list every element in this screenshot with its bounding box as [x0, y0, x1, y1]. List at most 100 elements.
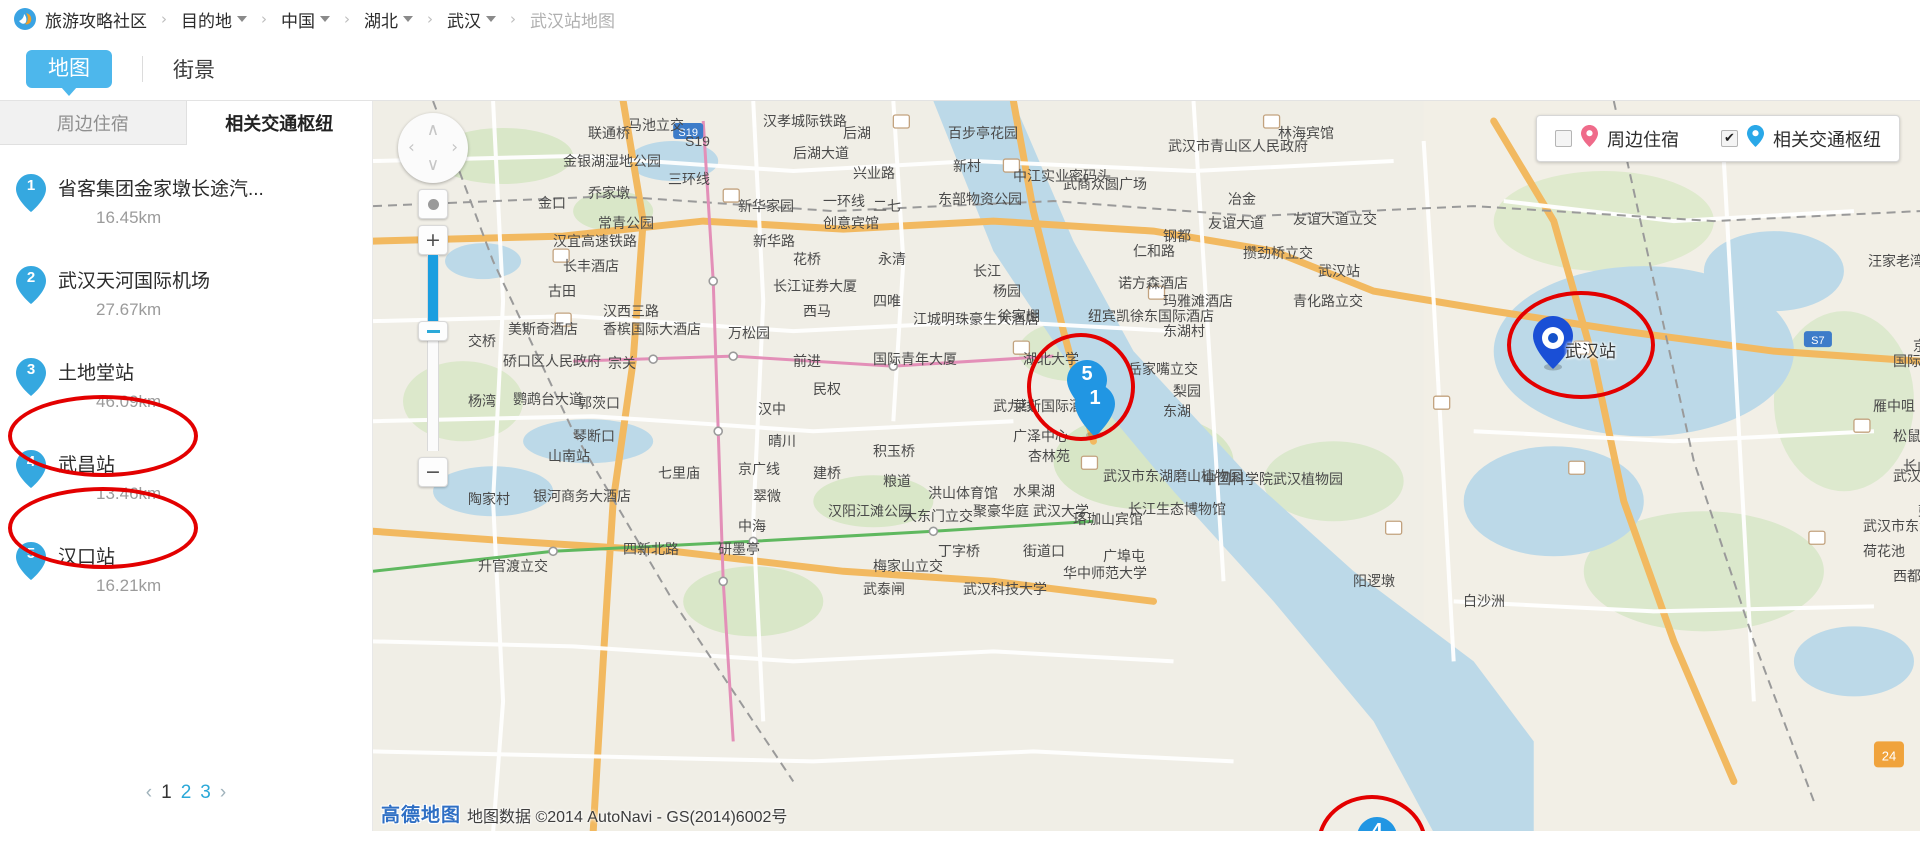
- map-viewport[interactable]: S19 S7 24 联通桥 马池立交 汉孝城际铁路 后湖 百步亭花园 林海宾馆 …: [373, 101, 1920, 831]
- zoom-out-button[interactable]: −: [418, 457, 448, 487]
- map-tiles: S19 S7 24: [373, 101, 1920, 831]
- breadcrumb-label: 旅游攻略社区: [45, 11, 147, 31]
- view-mode-tabs: 地图 街景: [0, 38, 1920, 100]
- map-marker-number: 4: [1371, 820, 1383, 831]
- poi-list-item[interactable]: 1 省客集团金家墩长途汽... 16.45km: [0, 159, 372, 251]
- breadcrumb-item-5[interactable]: 武汉: [447, 7, 496, 32]
- pin-icon-blue: [1747, 125, 1764, 152]
- chevron-down-icon[interactable]: [320, 16, 330, 22]
- sidebar-tab-transport-hubs[interactable]: 相关交通枢纽: [186, 101, 372, 145]
- map-attribution: 高德地图 地图数据 ©2014 AutoNavi - GS(2014)6002号: [381, 800, 787, 827]
- breadcrumb-item-2[interactable]: 目的地: [181, 7, 247, 32]
- poi-distance: 27.67km: [96, 300, 162, 319]
- poi-list-item[interactable]: 3 土地堂站 46.09km: [0, 343, 372, 435]
- sidebar-tab-nearby-lodging[interactable]: 周边住宿: [0, 101, 187, 145]
- pan-right-icon[interactable]: ›: [451, 139, 458, 157]
- poi-pin-icon: 1: [16, 174, 46, 212]
- main-content: 周边住宿 相关交通枢纽 1 省客集团金家墩长途汽... 16.45km 2 武汉天河国际…: [0, 100, 1920, 831]
- legend-item-transport-hubs[interactable]: ✔ 相关交通枢纽: [1721, 125, 1881, 152]
- breadcrumb-label: 武汉: [447, 11, 481, 31]
- poi-pin-icon: 5: [16, 542, 46, 580]
- attribution-text: 地图数据 ©2014 AutoNavi - GS(2014)6002号: [467, 809, 788, 826]
- pan-up-icon[interactable]: ∧: [427, 122, 439, 139]
- pagination-page-2[interactable]: 2: [181, 782, 192, 804]
- breadcrumb-separator: ›: [510, 10, 516, 28]
- recenter-icon[interactable]: [418, 189, 448, 219]
- pin-icon-pink: [1581, 125, 1598, 152]
- legend-checkbox-nearby-lodging[interactable]: [1555, 130, 1572, 147]
- pan-down-icon[interactable]: ∨: [427, 157, 439, 174]
- legend-checkbox-transport-hubs[interactable]: ✔: [1721, 130, 1738, 147]
- breadcrumb-label: 武汉站地图: [530, 11, 615, 31]
- svg-text:S7: S7: [1811, 335, 1824, 347]
- breadcrumb-separator: ›: [261, 10, 267, 28]
- tab-divider: [142, 56, 143, 82]
- breadcrumb-item-4[interactable]: 湖北: [364, 7, 413, 32]
- poi-distance: 16.45km: [96, 208, 162, 227]
- pagination-prev[interactable]: ‹: [146, 782, 152, 804]
- pan-left-icon[interactable]: ‹: [408, 139, 415, 157]
- chevron-down-icon[interactable]: [486, 16, 496, 22]
- poi-pin-number: 4: [26, 453, 36, 470]
- poi-name: 汉口站: [58, 547, 116, 568]
- tab-streetview[interactable]: 街景: [173, 54, 215, 84]
- breadcrumb-separator: ›: [344, 10, 350, 28]
- zoom-slider-handle[interactable]: [418, 321, 448, 341]
- poi-pin-icon: 2: [16, 266, 46, 304]
- poi-distance: 16.21km: [96, 576, 162, 595]
- breadcrumb: 旅游攻略社区 › 目的地 › 中国 › 湖北 › 武汉 › 武汉站地图: [0, 0, 1920, 38]
- poi-pin-number: 3: [26, 361, 36, 378]
- pagination-page-1: 1: [161, 782, 172, 803]
- pan-dial-icon[interactable]: ∧ ∨ ‹ ›: [398, 113, 468, 183]
- poi-list-item[interactable]: 5 汉口站 16.21km: [0, 527, 372, 619]
- pagination-next[interactable]: ›: [220, 782, 226, 804]
- tab-map[interactable]: 地图: [26, 49, 112, 97]
- sidebar-tabs: 周边住宿 相关交通枢纽: [0, 101, 372, 145]
- zoom-slider[interactable]: [418, 255, 448, 451]
- poi-distance: 13.46km: [96, 484, 162, 503]
- destination-marker[interactable]: 武汉站: [1531, 315, 1616, 371]
- pagination: ‹ 1 2 3 ›: [0, 782, 372, 804]
- poi-list-item[interactable]: 2 武汉天河国际机场 27.67km: [0, 251, 372, 343]
- legend-label-nearby-lodging: 周边住宿: [1607, 129, 1679, 150]
- poi-pin-number: 2: [26, 269, 36, 286]
- poi-list-item[interactable]: 4 武昌站 13.46km: [0, 435, 372, 527]
- poi-distance: 46.09km: [96, 392, 162, 411]
- poi-pin-number: 5: [26, 545, 36, 562]
- breadcrumb-label: 目的地: [181, 11, 232, 31]
- legend-item-nearby-lodging[interactable]: 周边住宿: [1555, 125, 1679, 152]
- zoom-in-button[interactable]: +: [418, 225, 448, 255]
- poi-list: 1 省客集团金家墩长途汽... 16.45km 2 武汉天河国际机场 27.67km 3 土地…: [0, 145, 372, 619]
- breadcrumb-separator: ›: [427, 10, 433, 28]
- poi-pin-icon: 3: [16, 358, 46, 396]
- amap-logo: 高德地图: [381, 805, 462, 826]
- chevron-down-icon[interactable]: [403, 16, 413, 22]
- map-marker-1[interactable]: 1: [1073, 383, 1117, 439]
- legend-label-transport-hubs: 相关交通枢纽: [1773, 129, 1881, 150]
- zoom-slider-fill: [428, 255, 438, 331]
- poi-name: 武汉天河国际机场: [58, 271, 211, 292]
- breadcrumb-item-1[interactable]: 旅游攻略社区: [45, 7, 147, 32]
- poi-name: 省客集团金家墩长途汽...: [58, 179, 264, 200]
- breadcrumb-label: 中国: [281, 11, 315, 31]
- svg-text:S19: S19: [678, 127, 698, 139]
- chevron-down-icon[interactable]: [237, 16, 247, 22]
- sidebar: 周边住宿 相关交通枢纽 1 省客集团金家墩长途汽... 16.45km 2 武汉天河国际…: [0, 101, 373, 831]
- map-marker-4[interactable]: 4: [1355, 816, 1399, 831]
- breadcrumb-item-6: 武汉站地图: [530, 7, 615, 32]
- destination-ring-icon: [1542, 327, 1564, 349]
- pagination-page-3[interactable]: 3: [200, 782, 211, 804]
- breadcrumb-label: 湖北: [364, 11, 398, 31]
- map-legend: 周边住宿 ✔ 相关交通枢纽: [1536, 115, 1900, 162]
- poi-name: 武昌站: [58, 455, 116, 476]
- svg-text:24: 24: [1882, 748, 1896, 763]
- poi-pin-number: 1: [26, 177, 36, 194]
- poi-name: 土地堂站: [58, 363, 135, 384]
- site-logo-icon: [14, 8, 36, 30]
- breadcrumb-item-3[interactable]: 中国: [281, 7, 330, 32]
- map-marker-number: 1: [1089, 387, 1101, 409]
- breadcrumb-separator: ›: [161, 10, 167, 28]
- map-controls: ∧ ∨ ‹ › + −: [398, 113, 468, 487]
- destination-label: 武汉站: [1565, 342, 1616, 361]
- poi-pin-icon: 4: [16, 450, 46, 488]
